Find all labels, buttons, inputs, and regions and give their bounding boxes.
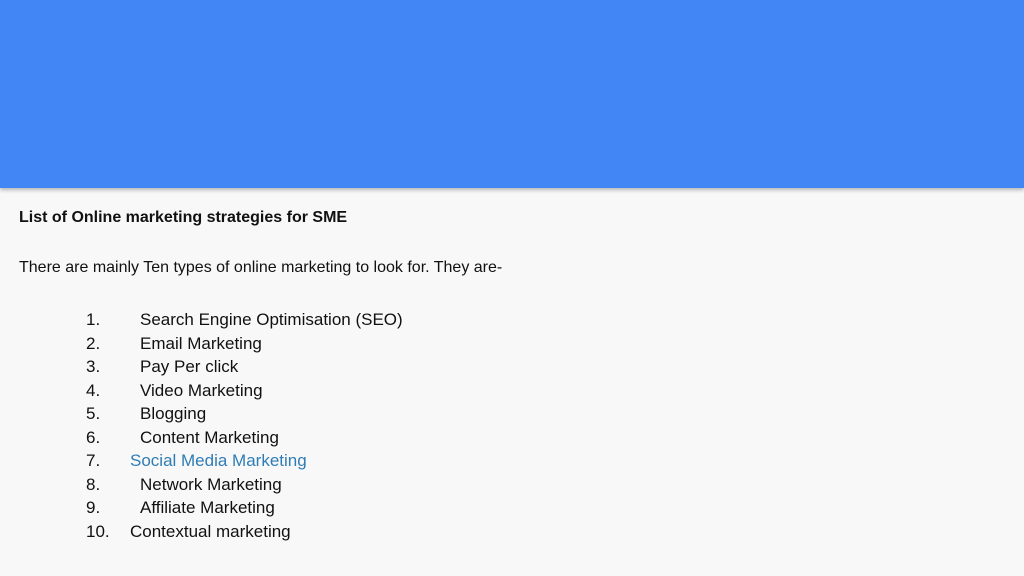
list-item: 10. Contextual marketing: [19, 520, 999, 544]
list-item-number: 9.: [86, 498, 101, 517]
intro-text: There are mainly Ten types of online mar…: [19, 259, 503, 276]
list-item-label: Contextual marketing: [130, 521, 291, 541]
list-item: 2. Email Marketing: [19, 332, 999, 356]
list-item-number: 2.: [86, 333, 101, 353]
list-item: 5. Blogging: [19, 402, 999, 426]
list-item-label: Content Marketing: [140, 427, 279, 447]
list-item-number: 1.: [86, 310, 101, 329]
list-item-label: Blogging: [140, 404, 207, 423]
list-item: 9. Affiliate Marketing: [19, 496, 999, 520]
list-item-number: 6.: [86, 427, 101, 447]
slide-content: List of Online marketing strategies for …: [19, 208, 999, 543]
list-item-label: Pay Per click: [140, 357, 239, 376]
list-item-number: 3.: [86, 357, 101, 376]
list-item-label: Affiliate Marketing: [140, 498, 275, 517]
list-item-number: 10.: [86, 521, 110, 541]
list-item: 4. Video Marketing: [19, 379, 999, 403]
strategy-list: 1. Search Engine Optimisation (SEO) 2. E…: [19, 308, 999, 543]
list-item-number: 8.: [86, 474, 101, 494]
list-item-label: Network Marketing: [140, 474, 282, 494]
list-item-number: 5.: [86, 404, 101, 423]
list-item: 8. Network Marketing: [19, 473, 999, 497]
header-band: [0, 0, 1024, 188]
list-item-label: Search Engine Optimisation (SEO): [140, 310, 403, 329]
social-media-marketing-link[interactable]: Social Media Marketing: [130, 449, 307, 473]
list-item-label: Video Marketing: [140, 380, 263, 400]
list-item: 1. Search Engine Optimisation (SEO): [19, 308, 999, 332]
list-item: 3. Pay Per click: [19, 355, 999, 379]
list-item-number: 4.: [86, 380, 101, 400]
list-item-number: 7.: [86, 451, 101, 470]
list-item: 7. Social Media Marketing: [19, 449, 999, 473]
list-item-label: Email Marketing: [140, 333, 262, 353]
slide: List of Online marketing strategies for …: [0, 0, 1024, 576]
slide-title: List of Online marketing strategies for …: [19, 209, 348, 226]
list-item: 6. Content Marketing: [19, 426, 999, 450]
